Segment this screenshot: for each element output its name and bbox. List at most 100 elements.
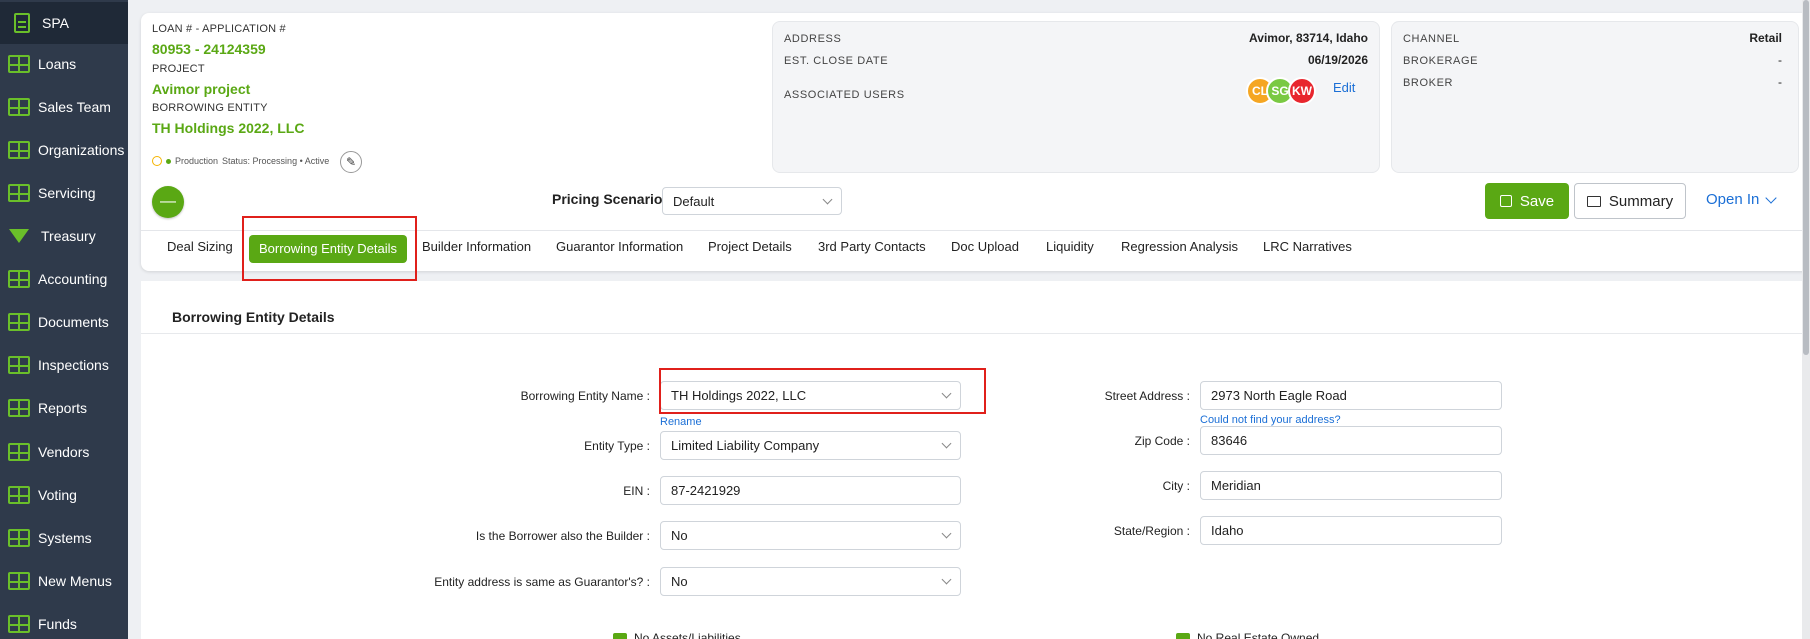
entity-type-label: Entity Type : [440, 439, 650, 453]
open-in-dropdown[interactable]: Open In [1706, 191, 1778, 208]
grid-icon [8, 141, 30, 159]
tab-guarantor-information[interactable]: Guarantor Information [556, 239, 683, 254]
open-in-label: Open In [1706, 191, 1760, 208]
city-field[interactable]: Meridian [1200, 471, 1502, 500]
sidebar-item-label: Loans [38, 56, 77, 72]
sidebar-item-label: Funds [38, 616, 77, 632]
address-not-found-link[interactable]: Could not find your address? [1200, 414, 1341, 426]
sidebar-item-reports[interactable]: Reports [0, 387, 128, 429]
pricing-scenario-value: Default [673, 193, 715, 209]
project-label: PROJECT [152, 63, 205, 75]
pencil-icon: ✎ [345, 155, 357, 169]
label-colon: : [646, 484, 650, 498]
sidebar-item-label: SPA [42, 15, 69, 31]
builder-label: Is the Borrower also the Builder : [400, 529, 650, 543]
highlight-box [659, 368, 986, 414]
zip-code-label-text: Zip Code [1134, 434, 1184, 448]
edit-users-link[interactable]: Edit [1333, 80, 1355, 95]
pricing-scenario-label: Pricing Scenario: [552, 191, 668, 207]
tab-regression-analysis[interactable]: Regression Analysis [1121, 239, 1238, 254]
sidebar-item-loans[interactable]: Loans [0, 43, 128, 85]
sidebar-item-documents[interactable]: Documents [0, 301, 128, 343]
brokerage-label: BROKERAGE [1403, 55, 1479, 67]
sidebar-item-accounting[interactable]: Accounting [0, 258, 128, 300]
close-date-value: 06/19/2026 [1307, 53, 1368, 67]
chevron-down-icon [941, 438, 952, 449]
builder-select[interactable]: No [660, 521, 961, 550]
sidebar-item-label: Voting [38, 487, 77, 503]
builder-value: No [671, 528, 688, 543]
tab-builder-information[interactable]: Builder Information [422, 239, 531, 254]
sidebar-item-servicing[interactable]: Servicing [0, 172, 128, 214]
sidebar-item-spa[interactable]: SPA [0, 2, 128, 44]
state-region-field[interactable]: Idaho [1200, 516, 1502, 545]
zip-code-label: Zip Code : [1010, 434, 1190, 448]
chevron-down-icon [822, 194, 833, 205]
grid-icon [8, 98, 30, 116]
broker-value: - [1778, 75, 1782, 89]
summary-button[interactable]: Summary [1574, 183, 1686, 219]
label-colon: : [1186, 434, 1190, 448]
rename-link[interactable]: Rename [660, 416, 702, 428]
sidebar-item-label: Systems [38, 530, 92, 546]
sidebar-item-systems[interactable]: Systems [0, 517, 128, 559]
collapse-button[interactable]: — [152, 186, 184, 218]
grid-icon [8, 270, 30, 288]
sidebar-item-inspections[interactable]: Inspections [0, 344, 128, 386]
tab-3rd-party-contacts[interactable]: 3rd Party Contacts [818, 239, 926, 254]
close-date-label: EST. CLOSE DATE [784, 55, 889, 67]
ein-label: EIN : [440, 484, 650, 498]
tab-liquidity[interactable]: Liquidity [1046, 239, 1094, 254]
street-address-field[interactable]: 2973 North Eagle Road [1200, 381, 1502, 410]
sidebar-item-new-menus[interactable]: New Menus [0, 560, 128, 602]
grid-icon [8, 184, 30, 202]
tab-project-details[interactable]: Project Details [708, 239, 792, 254]
status-text: Status: Processing • Active [222, 156, 330, 166]
no-real-estate-checkbox[interactable] [1176, 633, 1190, 639]
save-button-label: Save [1519, 192, 1555, 210]
tab-doc-upload[interactable]: Doc Upload [951, 239, 1019, 254]
label-colon: : [646, 439, 650, 453]
loan-number-value: 80953 - 24124359 [152, 41, 266, 57]
zip-code-field[interactable]: 83646 [1200, 426, 1502, 455]
borrowing-entity-label: BORROWING ENTITY [152, 102, 268, 114]
tab-lrc-narratives[interactable]: LRC Narratives [1263, 239, 1352, 254]
document-icon [14, 13, 30, 33]
sidebar-item-label: Reports [38, 400, 88, 416]
brokerage-value: - [1778, 53, 1782, 67]
summary-button-label: Summary [1608, 192, 1674, 210]
tab-deal-sizing[interactable]: Deal Sizing [167, 239, 233, 254]
sidebar-item-label: Organizations [38, 142, 125, 158]
sidebar-item-funds[interactable]: Funds [0, 603, 128, 639]
city-label: City : [1010, 479, 1190, 493]
chevron-down-icon [1765, 191, 1778, 204]
city-label-text: City [1162, 479, 1184, 493]
page-scrollbar[interactable] [1802, 0, 1810, 639]
scrollbar-thumb[interactable] [1803, 0, 1809, 355]
avatar[interactable]: KW [1288, 77, 1316, 105]
guarantor-address-select[interactable]: No [660, 567, 961, 596]
entity-name-label-text: Borrowing Entity Name [520, 389, 644, 403]
street-address-label-text: Street Address [1104, 389, 1184, 403]
sidebar-item-organizations[interactable]: Organizations [0, 129, 128, 171]
grid-icon [8, 443, 30, 461]
chevron-down-icon [941, 528, 952, 539]
no-assets-checkbox[interactable] [613, 633, 627, 639]
sidebar-item-vendors[interactable]: Vendors [0, 431, 128, 473]
save-button[interactable]: Save [1485, 183, 1569, 219]
sidebar-item-label: Accounting [38, 271, 108, 287]
label-colon: : [646, 529, 650, 543]
sidebar-item-treasury[interactable]: Treasury [0, 215, 128, 257]
channel-value: Retail [1749, 31, 1782, 45]
presentation-icon [1586, 195, 1601, 207]
sidebar-item-sales-team[interactable]: Sales Team [0, 86, 128, 128]
status-environment: Production [175, 156, 219, 166]
pricing-scenario-select[interactable]: Default [662, 187, 842, 215]
state-region-label: State/Region : [1010, 524, 1190, 538]
loan-number-label: LOAN # - APPLICATION # [152, 23, 286, 35]
ein-field[interactable]: 87-2421929 [660, 476, 961, 505]
entity-type-select[interactable]: Limited Liability Company [660, 431, 961, 460]
label-colon: : [1186, 479, 1190, 493]
sidebar-item-voting[interactable]: Voting [0, 474, 128, 516]
edit-status-button[interactable]: ✎ [340, 151, 362, 173]
